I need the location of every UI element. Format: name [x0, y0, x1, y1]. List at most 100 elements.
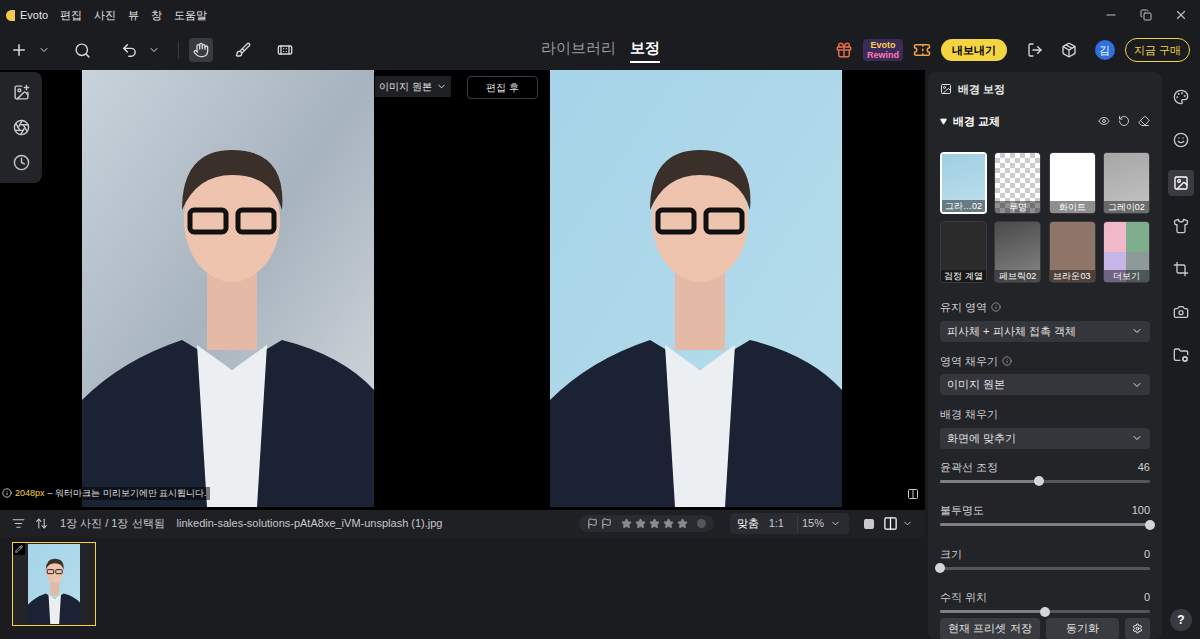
zoom-option[interactable]: 1:1 — [766, 515, 787, 532]
side-tab[interactable] — [1168, 84, 1194, 110]
left-tool-icon[interactable] — [13, 154, 30, 171]
sort-icon[interactable] — [35, 517, 48, 530]
slider-track[interactable] — [940, 519, 1150, 531]
side-tab[interactable] — [1168, 342, 1194, 368]
background-swatch[interactable]: 검정 계열 — [940, 221, 987, 283]
background-swatch[interactable]: 화이트 — [1049, 152, 1096, 214]
sync-settings-button[interactable] — [1125, 618, 1150, 639]
background-swatch[interactable]: 브라운03 — [1049, 221, 1096, 283]
zoom-option[interactable]: 맞춤 — [734, 515, 762, 532]
side-tab-icon — [1173, 175, 1189, 191]
menu-item[interactable]: 창 — [151, 7, 162, 24]
field-dropdown[interactable]: 이미지 원본 — [940, 374, 1150, 395]
help-icon[interactable] — [991, 302, 1001, 312]
ticket-icon[interactable] — [913, 41, 931, 59]
add-menu-icon[interactable] — [38, 44, 50, 56]
star-icon[interactable] — [663, 518, 674, 529]
background-swatch[interactable]: 투명 — [994, 152, 1041, 214]
star-icon[interactable] — [621, 518, 632, 529]
side-tab[interactable] — [1168, 127, 1194, 153]
buy-button[interactable]: 지금 구매 — [1125, 38, 1190, 63]
menu-item[interactable]: 사진 — [94, 7, 116, 24]
tool-button[interactable] — [231, 38, 255, 62]
package-icon[interactable] — [1061, 42, 1077, 58]
adjust-panel: 배경 보정배경 교체그라…02투명화이트그레이02검정 계열페브릭02브라운03… — [928, 72, 1162, 639]
search-icon[interactable] — [74, 42, 91, 59]
minimize-icon[interactable] — [1104, 8, 1118, 22]
app-window: Evoto편집사진뷰창도움말라이브러리보정EvotoRewind내보내기김지금 … — [0, 0, 1200, 639]
left-tool-icon[interactable] — [13, 84, 30, 101]
restore-icon[interactable] — [1140, 9, 1152, 21]
after-button[interactable]: 편집 후 — [467, 76, 538, 99]
slider-knob[interactable] — [1145, 520, 1155, 530]
view-menu-icon[interactable] — [902, 518, 913, 529]
star-icon[interactable] — [649, 518, 660, 529]
slider-row: 윤곽선 조정46 — [940, 459, 1150, 488]
slider-row: 크기0 — [940, 546, 1150, 575]
panel-button[interactable]: 동기화 — [1046, 618, 1119, 639]
slider-track[interactable] — [940, 562, 1150, 574]
side-tab-icon — [1173, 132, 1189, 148]
thumbnail[interactable] — [12, 542, 96, 626]
side-tab-icon — [1173, 304, 1189, 320]
before-after-icon[interactable] — [883, 516, 898, 531]
photo-figure — [28, 544, 80, 624]
side-tab[interactable] — [1168, 213, 1194, 239]
filter-icon[interactable] — [12, 517, 25, 530]
before-dropdown[interactable]: 이미지 원본 — [375, 76, 451, 97]
swatch-label: 화이트 — [1050, 201, 1095, 213]
background-swatch[interactable]: 그라…02 — [940, 152, 987, 214]
color-label-dot[interactable] — [697, 519, 706, 528]
side-tab[interactable] — [1168, 256, 1194, 282]
slider-knob[interactable] — [1034, 476, 1044, 486]
background-swatch[interactable]: 페브릭02 — [994, 221, 1041, 283]
field-dropdown[interactable]: 피사체 + 피사체 접촉 객체 — [940, 321, 1150, 342]
swatch-label: 그레이02 — [1104, 201, 1149, 213]
preview-icon[interactable] — [1098, 115, 1110, 127]
left-tool-icon[interactable] — [13, 119, 30, 136]
slider-track[interactable] — [940, 606, 1150, 618]
undo-icon[interactable] — [121, 42, 138, 59]
help-icon[interactable] — [1002, 356, 1012, 366]
menu-item[interactable]: 도움말 — [174, 7, 207, 24]
side-tab[interactable] — [1168, 299, 1194, 325]
slider-label: 윤곽선 조정 — [940, 459, 998, 476]
zoom-dropdown[interactable]: 15% — [797, 515, 845, 532]
swatch-grid: 그라…02 투명화이트 그레이02 검정 계열 페브릭02브라운03더보기 — [940, 152, 1150, 283]
tool-icon — [193, 42, 209, 58]
mode-tab[interactable]: 라이브러리 — [541, 37, 616, 64]
flag-icon[interactable] — [587, 518, 598, 529]
tool-button[interactable] — [189, 38, 213, 62]
compare-icon[interactable] — [907, 488, 919, 500]
panel-button[interactable]: 현재 프리셋 저장 — [940, 618, 1040, 639]
menu-item[interactable]: 뷰 — [128, 7, 139, 24]
slider-track[interactable] — [940, 475, 1150, 487]
star-icon[interactable] — [677, 518, 688, 529]
avatar[interactable]: 김 — [1095, 40, 1115, 60]
add-icon[interactable] — [10, 41, 28, 59]
slider-knob[interactable] — [1040, 607, 1050, 617]
erase-icon[interactable] — [1138, 115, 1150, 127]
background-swatch[interactable]: 그레이02 — [1103, 152, 1150, 214]
single-view-icon[interactable] — [863, 518, 875, 530]
star-icon[interactable] — [635, 518, 646, 529]
share-icon[interactable] — [1027, 42, 1043, 58]
menu-item[interactable]: 편집 — [60, 7, 82, 24]
help-button[interactable]: ? — [1170, 609, 1192, 631]
background-swatch[interactable]: 더보기 — [1103, 221, 1150, 283]
slider-knob[interactable] — [935, 563, 945, 573]
reset-icon[interactable] — [1118, 115, 1130, 127]
side-tab[interactable] — [1168, 170, 1194, 196]
close-icon[interactable] — [1174, 8, 1188, 22]
swatch-label: 그라…02 — [942, 200, 985, 212]
mode-tab[interactable]: 보정 — [630, 37, 660, 64]
field-dropdown[interactable]: 화면에 맞추기 — [940, 428, 1150, 449]
rewind-badge[interactable]: EvotoRewind — [863, 39, 903, 61]
section-header[interactable]: 배경 교체 — [940, 112, 1150, 130]
export-button[interactable]: 내보내기 — [941, 39, 1007, 62]
undo-menu-icon[interactable] — [148, 44, 160, 56]
reject-flag-icon[interactable] — [601, 518, 612, 529]
tool-button[interactable] — [273, 38, 297, 62]
gift-icon[interactable] — [835, 41, 853, 59]
swatch-label: 검정 계열 — [941, 270, 986, 282]
